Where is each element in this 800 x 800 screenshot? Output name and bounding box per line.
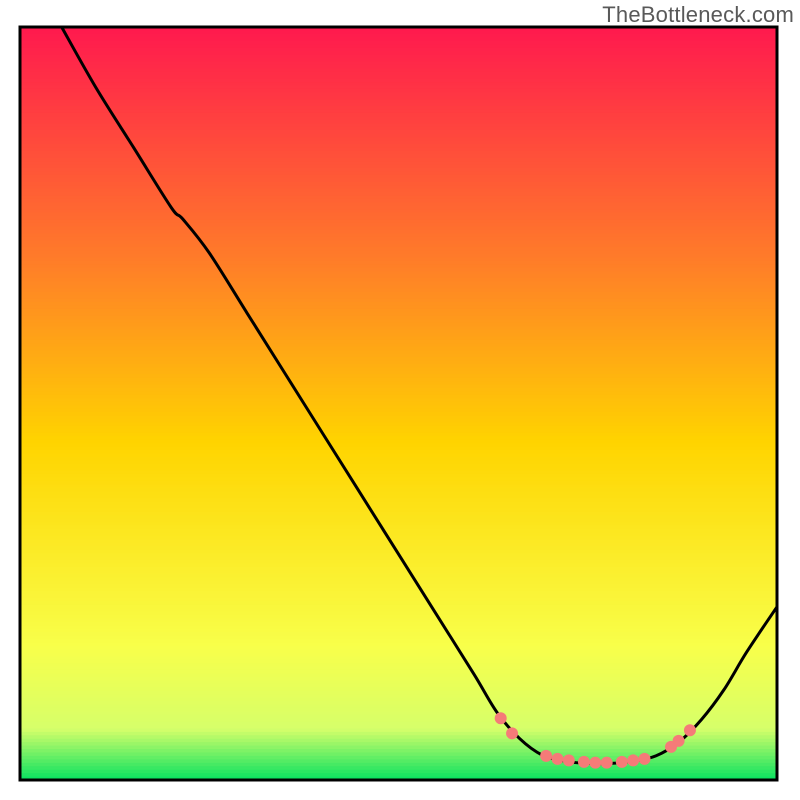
marker-point <box>589 757 601 769</box>
watermark-text: TheBottleneck.com <box>602 2 794 28</box>
marker-point <box>673 735 685 747</box>
marker-point <box>627 754 639 766</box>
marker-point <box>616 756 628 768</box>
marker-point <box>601 757 613 769</box>
gradient-background <box>20 27 777 784</box>
marker-point <box>540 750 552 762</box>
marker-point <box>563 754 575 766</box>
marker-point <box>639 753 651 765</box>
marker-point <box>578 756 590 768</box>
bottleneck-chart <box>0 0 800 800</box>
marker-point <box>551 753 563 765</box>
marker-point <box>684 724 696 736</box>
chart-container: TheBottleneck.com <box>0 0 800 800</box>
marker-point <box>495 712 507 724</box>
marker-point <box>506 727 518 739</box>
